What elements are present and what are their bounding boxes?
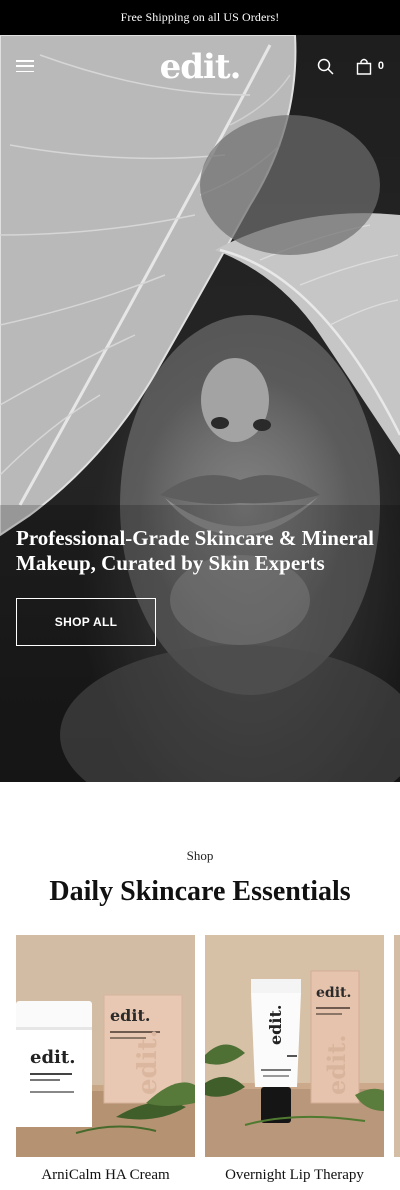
site-logo[interactable]: edit. — [160, 47, 242, 87]
svg-text:edit.: edit. — [322, 1034, 351, 1095]
menu-icon[interactable] — [16, 60, 34, 72]
section-title: Daily Skincare Essentials — [49, 876, 351, 907]
jar-brand: edit. — [30, 1047, 75, 1068]
product-name[interactable]: Overnight Lip Therapy — [205, 1167, 384, 1184]
announcement-text: Free Shipping on all US Orders! — [120, 10, 280, 24]
shopping-bag-icon — [356, 58, 372, 75]
svg-text:edit.: edit. — [133, 1029, 163, 1095]
hero-image — [0, 35, 400, 782]
cart-button[interactable]: 0 — [356, 58, 384, 75]
site-header: edit. 0 — [0, 35, 400, 97]
section-eyebrow: Shop — [186, 848, 214, 863]
hero-heading: Professional-Grade Skincare & Mineral Ma… — [16, 526, 374, 575]
product-photo: edit. edit. edit. — [16, 935, 195, 1157]
cart-count: 0 — [377, 60, 384, 72]
product-photo: edit. edit. edit. — [205, 935, 384, 1157]
product-card[interactable]: edit. edit. edit. Overnight Lip Therapy — [205, 935, 384, 1184]
product-image[interactable]: edit. edit. edit. — [205, 935, 384, 1157]
header-actions: 0 — [317, 58, 384, 75]
product-card-peek[interactable] — [394, 935, 400, 1157]
box-brand: edit. — [316, 985, 351, 1001]
tube-brand: edit. — [266, 1005, 285, 1045]
shop-all-button[interactable]: SHOP ALL — [16, 598, 156, 646]
box-brand: edit. — [110, 1006, 150, 1025]
search-icon[interactable] — [317, 58, 334, 75]
product-name[interactable]: ArniCalm HA Cream — [16, 1167, 195, 1184]
product-card[interactable]: edit. edit. edit. ArniCalm HA Cream — [16, 935, 195, 1184]
product-image[interactable]: edit. edit. edit. — [16, 935, 195, 1157]
hero-banner — [0, 35, 400, 782]
announcement-bar: Free Shipping on all US Orders! — [0, 0, 400, 35]
